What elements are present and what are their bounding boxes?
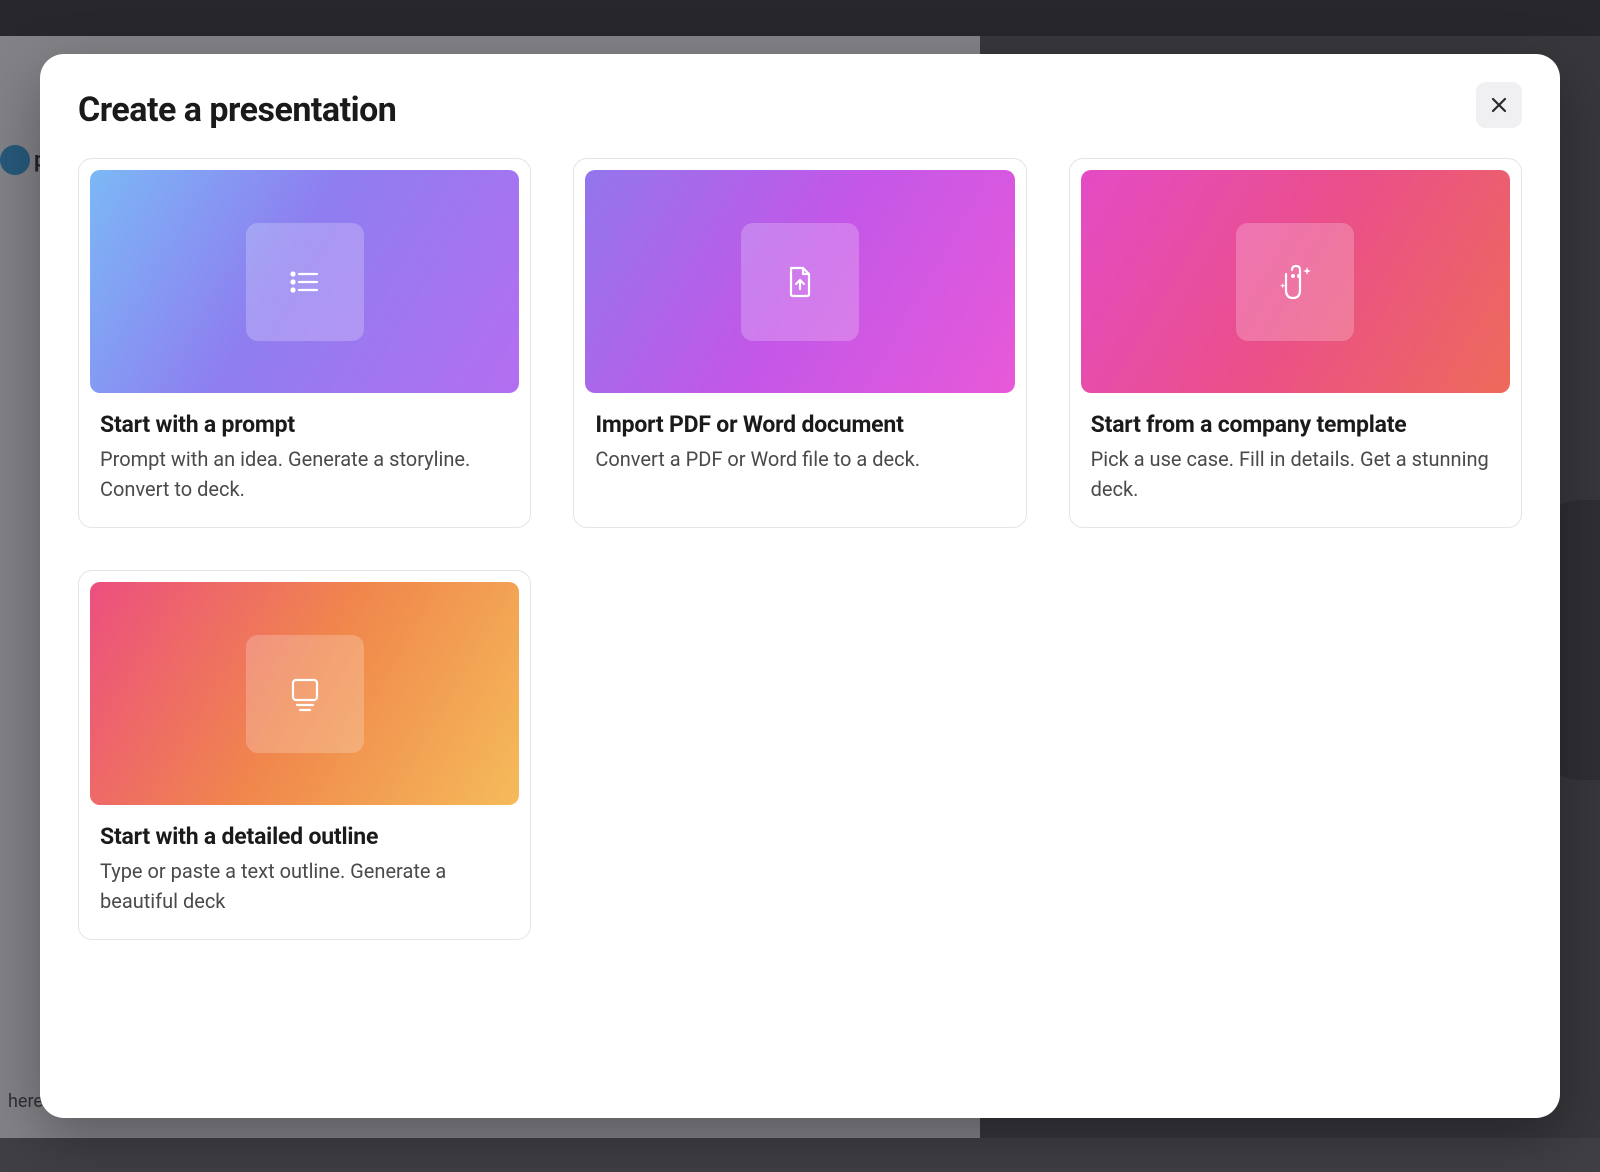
option-detailed-outline[interactable]: Start with a detailed outline Type or pa…	[78, 570, 531, 940]
card-gradient-thumbnail	[585, 170, 1014, 393]
card-title: Start with a detailed outline	[100, 823, 509, 850]
card-description: Convert a PDF or Word file to a deck.	[595, 444, 1004, 474]
card-gradient-thumbnail	[1081, 170, 1510, 393]
card-title: Import PDF or Word document	[595, 411, 1004, 438]
outline-icon	[246, 635, 364, 753]
modal-title: Create a presentation	[78, 90, 396, 130]
option-company-template[interactable]: Start from a company template Pick a use…	[1069, 158, 1522, 528]
card-gradient-thumbnail	[90, 582, 519, 805]
clippy-sparkle-icon	[1236, 223, 1354, 341]
create-presentation-modal: Create a presentation	[40, 54, 1560, 1118]
close-icon	[1489, 95, 1509, 115]
card-gradient-thumbnail	[90, 170, 519, 393]
option-start-with-prompt[interactable]: Start with a prompt Prompt with an idea.…	[78, 158, 531, 528]
card-description: Pick a use case. Fill in details. Get a …	[1091, 444, 1500, 504]
card-title: Start with a prompt	[100, 411, 509, 438]
card-description: Prompt with an idea. Generate a storylin…	[100, 444, 509, 504]
card-description: Type or paste a text outline. Generate a…	[100, 856, 509, 916]
file-upload-icon	[741, 223, 859, 341]
card-title: Start from a company template	[1091, 411, 1500, 438]
list-icon	[246, 223, 364, 341]
option-import-document[interactable]: Import PDF or Word document Convert a PD…	[573, 158, 1026, 528]
close-button[interactable]	[1476, 82, 1522, 128]
